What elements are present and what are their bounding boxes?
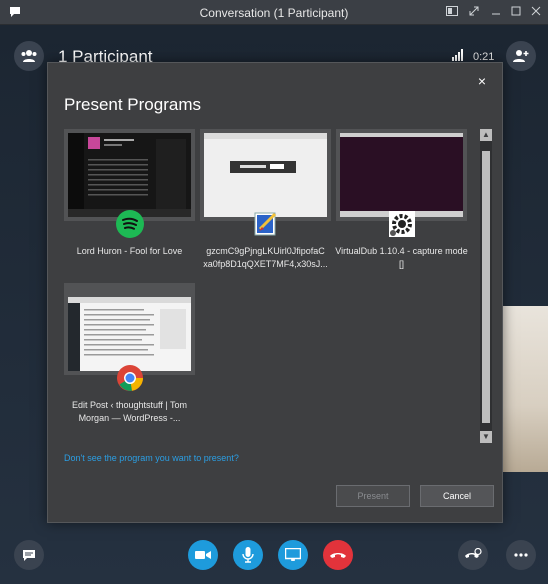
program-label: Lord Huron - Fool for Love xyxy=(76,246,183,256)
call-controls-button[interactable] xyxy=(458,540,488,570)
video-camera-icon xyxy=(195,551,211,559)
program-label: VirtualDub 1.10.4 - capture mode [] xyxy=(335,246,468,269)
close-window-icon[interactable] xyxy=(528,4,544,20)
program-label: gzcmC9gPjngLKUirl0JfipofaC xa0fp8D1qQXET… xyxy=(203,246,328,269)
program-grid: Lord Huron - Fool for Love gzcmC9gPjngLK… xyxy=(62,127,474,443)
program-thumbnail xyxy=(64,129,195,221)
add-person-icon xyxy=(513,50,529,62)
signal-strength-icon xyxy=(452,49,463,61)
scroll-thumb[interactable] xyxy=(482,151,490,423)
present-button[interactable]: Present xyxy=(336,485,410,507)
program-list-scrollbar[interactable]: ▲ ▼ xyxy=(480,129,492,443)
paint-icon xyxy=(254,212,276,236)
present-programs-dialog: × Present Programs Lord Huron - Fool for… xyxy=(47,62,503,523)
phone-settings-icon xyxy=(465,548,482,558)
hang-up-icon xyxy=(330,553,346,558)
missing-program-help-link[interactable]: Don't see the program you want to presen… xyxy=(64,453,239,463)
scroll-down-arrow-icon[interactable]: ▼ xyxy=(480,431,492,443)
participants-button[interactable] xyxy=(14,41,44,71)
monitor-icon xyxy=(285,548,301,561)
video-toggle-button[interactable] xyxy=(188,540,218,570)
ellipsis-icon xyxy=(514,553,528,557)
chat-icon xyxy=(23,550,35,561)
program-thumbnail xyxy=(64,283,195,375)
more-options-button[interactable] xyxy=(506,540,536,570)
maximize-icon[interactable] xyxy=(508,4,524,20)
share-screen-button[interactable] xyxy=(278,540,308,570)
mute-toggle-button[interactable] xyxy=(233,540,263,570)
video-preview xyxy=(502,306,548,472)
layout-icon[interactable] xyxy=(444,4,460,20)
program-thumbnail xyxy=(336,129,467,221)
window-titlebar: Conversation (1 Participant) xyxy=(0,0,548,25)
people-icon xyxy=(21,50,37,62)
popout-icon[interactable] xyxy=(466,4,482,20)
microphone-icon xyxy=(242,547,254,563)
close-dialog-icon[interactable]: × xyxy=(478,73,486,89)
spotify-icon xyxy=(115,210,144,238)
cancel-button[interactable]: Cancel xyxy=(420,485,494,507)
chrome-icon xyxy=(116,365,143,391)
dialog-title: Present Programs xyxy=(64,95,201,114)
program-thumbnail xyxy=(200,129,331,221)
program-label: Edit Post ‹ thoughtstuff | Tom Morgan — … xyxy=(71,400,188,423)
add-participant-button[interactable] xyxy=(506,41,536,71)
end-call-button[interactable] xyxy=(323,540,353,570)
chat-button[interactable] xyxy=(14,540,44,570)
virtualdub-icon xyxy=(388,211,415,237)
minimize-icon[interactable] xyxy=(488,4,504,20)
scroll-up-arrow-icon[interactable]: ▲ xyxy=(480,129,492,141)
